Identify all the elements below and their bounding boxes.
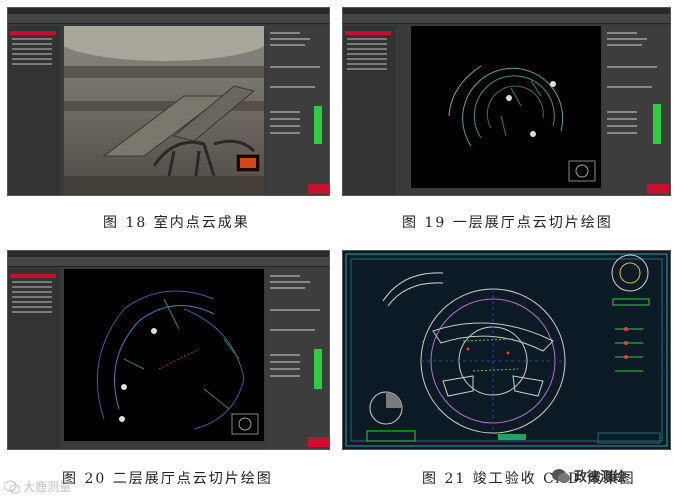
software-window [343,8,670,195]
caption-fig19: 图 19 一层展厅点云切片绘图 [402,215,613,231]
software-window [8,251,329,449]
layer-tree [343,26,395,195]
property-panel [266,269,329,449]
watermark-right: 政徕测绘 [552,466,626,485]
caption-fig18: 图 18 室内点云成果 [103,215,250,231]
wechat-icon [4,480,20,493]
software-window [8,8,329,195]
figure-21-cad-drawing [342,250,671,450]
status-bar-green [314,349,322,389]
layer-tree [8,26,60,195]
figure-18-screenshot [7,7,330,196]
caption-fig20: 图 20 二层展厅点云切片绘图 [62,471,273,487]
ribbon-toolbar [8,257,329,267]
ribbon-toolbar [8,14,329,24]
point-cloud-viewport [64,269,264,441]
figure-20-screenshot [7,250,330,450]
wechat-icon [552,468,570,483]
cad-floor-plan [345,253,668,447]
property-panel [603,26,670,195]
point-cloud-viewport [411,26,601,188]
status-bar-green [314,106,322,144]
figure-19-screenshot [342,7,671,196]
floor-slice-drawing [96,290,259,435]
property-panel [266,26,329,195]
layer-tree [8,269,60,449]
watermark-left-text: 大鹿测量 [23,480,72,494]
ribbon-toolbar [343,14,670,24]
indoor-scene-image [64,26,264,195]
watermark-right-text: 政徕测绘 [574,470,627,485]
point-cloud-viewport [64,26,264,195]
floor-slice-drawing [448,65,596,182]
watermark-left: 大鹿测量 [4,478,71,495]
software-logo [647,184,669,194]
software-logo [308,184,329,194]
software-logo [308,437,329,447]
status-bar-green [653,104,661,144]
